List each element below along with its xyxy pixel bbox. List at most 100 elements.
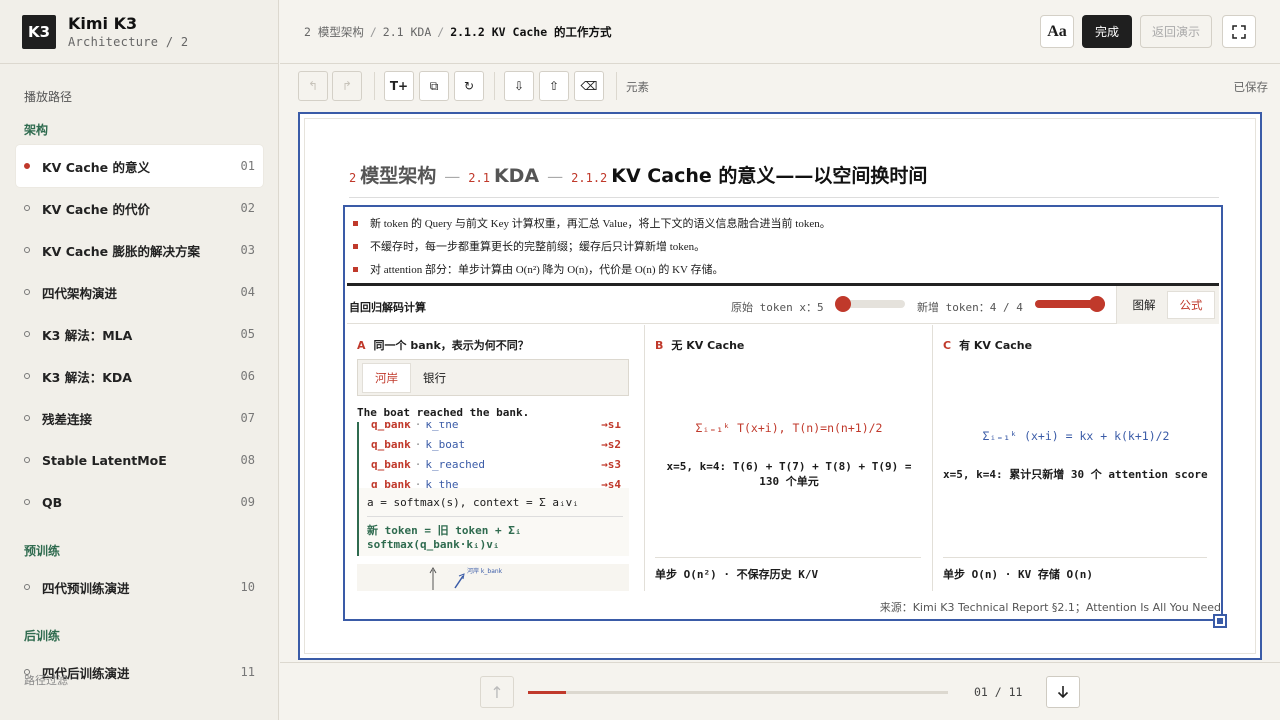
nav-item-label: 四代架构演进 xyxy=(42,285,118,301)
nav-item-10[interactable]: 四代预训练演进 10 xyxy=(16,566,263,608)
nav-item-label: K3 解法：KDA xyxy=(42,369,132,385)
nav-item-number: 06 xyxy=(240,369,255,383)
nav-item-number: 03 xyxy=(240,243,255,257)
fullscreen-button[interactable] xyxy=(1222,15,1256,48)
title-section: KDA xyxy=(493,165,540,187)
bullet-text: 新 token 的 Query 与前文 Key 计算权重，再汇总 Value，将… xyxy=(370,218,831,230)
column-a: A 同一个 bank，表示为何不同？ 河岸 银行 The boat reached… xyxy=(347,325,645,591)
nav-item-08[interactable]: Stable LatentMoE 08 xyxy=(16,439,263,481)
tab-riverbank[interactable]: 河岸 xyxy=(362,362,411,393)
dot-icon xyxy=(24,205,30,211)
query: q_bank xyxy=(371,422,411,431)
breadcrumb-item[interactable]: 2.1 KDA xyxy=(383,25,431,39)
move-down-button[interactable]: ⇩ xyxy=(504,71,534,101)
path-filter-label[interactable]: 路径过滤 xyxy=(24,672,68,688)
dot-icon xyxy=(24,331,30,337)
add-text-button[interactable]: T+ xyxy=(384,71,414,101)
nav-item-label: KV Cache 的意义 xyxy=(42,159,150,175)
saved-status: 已保存 xyxy=(1233,80,1269,94)
bullet-item: 对 attention 部分：单步计算由 O(n²) 降为 O(n)，代价是 O… xyxy=(353,261,724,277)
calc-no-cache: x=5, k=4: T(6) + T(7) + T(8) + T(9) = 13… xyxy=(666,460,912,488)
delete-button[interactable]: ⌫ xyxy=(574,71,604,101)
formula-no-cache: Σᵢ₌₁ᵏ T(x+i), T(n)=n(n+1)/2 xyxy=(695,421,883,435)
redo-button[interactable]: ↱ xyxy=(332,71,362,101)
column-b-header: B 无 KV Cache xyxy=(655,337,744,353)
title-separator: — xyxy=(444,167,461,186)
title-main: KV Cache 的意义——以空间换时间 xyxy=(611,165,928,187)
bullet-item: 不缓存时，每一步都重算更长的完整前缀；缓存后只计算新增 token。 xyxy=(353,238,705,254)
nav-item-01[interactable]: KV Cache 的意义 01 xyxy=(16,145,263,187)
nav-item-number: 02 xyxy=(240,201,255,215)
editor-toolbar: ↰ ↱ T+ ⧉ ↻ ⇩ ⇧ ⌫ 元素 已保存 xyxy=(280,64,1280,110)
nav-item-02[interactable]: KV Cache 的代价 02 xyxy=(16,187,263,229)
complexity-with-cache: 单步 O(n) · KV 存储 O(n) xyxy=(943,557,1207,582)
slide-title[interactable]: 2 模型架构 — 2.1 KDA — 2.1.2 KV Cache 的意义——以… xyxy=(349,161,927,188)
slide-stage[interactable]: 2 模型架构 — 2.1 KDA — 2.1.2 KV Cache 的意义——以… xyxy=(298,112,1262,660)
arrow-right-icon: → xyxy=(601,438,608,451)
breadcrumb-item[interactable]: 2 模型架构 xyxy=(304,25,364,39)
undo-icon: ↰ xyxy=(307,79,319,93)
bullet-text: 对 attention 部分：单步计算由 O(n²) 降为 O(n)，代价是 O… xyxy=(370,264,724,276)
tab-bank[interactable]: 银行 xyxy=(411,363,458,393)
bullet-item: 新 token 的 Query 与前文 Key 计算权重，再汇总 Value，将… xyxy=(353,215,831,231)
return-presentation-button[interactable]: 返回演示 xyxy=(1140,15,1212,48)
brand-logo: K3 xyxy=(22,14,56,49)
done-button[interactable]: 完成 xyxy=(1082,15,1132,48)
page-indicator: 01 / 11 xyxy=(974,685,1023,699)
dot-icon xyxy=(24,499,30,505)
nav-item-number: 10 xyxy=(240,580,255,594)
previous-slide-button[interactable]: ↑ xyxy=(480,676,514,708)
progress-bar[interactable] xyxy=(528,691,948,694)
download-arrow-icon: ⇩ xyxy=(513,79,525,93)
column-b: B无 KV Cache Σᵢ₌₁ᵏ T(x+i), T(n)=n(n+1)/2 … xyxy=(645,325,933,591)
tab-diagram[interactable]: 图解 xyxy=(1121,291,1167,319)
nav-item-number: 04 xyxy=(240,285,255,299)
fullscreen-icon xyxy=(1232,24,1246,39)
bottom-bar: ↑ 01 / 11 xyxy=(280,662,1280,720)
nav-item-07[interactable]: 残差连接 07 xyxy=(16,397,263,439)
resize-handle[interactable] xyxy=(1213,614,1227,628)
section-posttraining: 后训练 xyxy=(24,629,61,643)
nav-item-04[interactable]: 四代架构演进 04 xyxy=(16,271,263,313)
new-token-slider[interactable] xyxy=(1035,296,1105,312)
arrow-right-icon: → xyxy=(601,478,608,488)
original-token-label: 原始 token x：5 xyxy=(731,301,824,314)
next-slide-button[interactable] xyxy=(1046,676,1080,708)
slider-knob[interactable] xyxy=(835,296,851,312)
brand-name: Kimi K3 xyxy=(68,14,138,33)
token-update-formula: 新 token = 旧 token + Σᵢ softmax(q_bank·kᵢ… xyxy=(367,524,522,551)
nav-item-label: KV Cache 的代价 xyxy=(42,201,150,217)
brand-subtitle: Architecture / 2 xyxy=(68,35,189,49)
slide-canvas: 2 模型架构 — 2.1 KDA — 2.1.2 KV Cache 的意义——以… xyxy=(304,118,1256,654)
arrow-right-icon: → xyxy=(601,422,608,431)
bullet-square-icon xyxy=(353,243,358,249)
reset-button[interactable]: ↻ xyxy=(454,71,484,101)
duplicate-button[interactable]: ⧉ xyxy=(419,71,449,101)
key: k_the xyxy=(425,422,459,431)
softmax-formula: a = softmax(s), context = Σ aᵢvᵢ xyxy=(367,496,579,509)
section-architecture: 架构 xyxy=(24,123,49,137)
nav-item-03[interactable]: KV Cache 膨胀的解决方案 03 xyxy=(16,229,263,271)
content-frame[interactable]: 新 token 的 Query 与前文 Key 计算权重，再汇总 Value，将… xyxy=(343,205,1223,621)
slider-knob[interactable] xyxy=(1089,296,1105,312)
column-c-header: C 有 KV Cache xyxy=(943,337,1032,353)
column-key: C xyxy=(943,339,952,352)
move-up-button[interactable]: ⇧ xyxy=(539,71,569,101)
undo-button[interactable]: ↰ xyxy=(298,71,328,101)
decode-widget: 自回归解码计算 原始 token x：5 新增 token：4 / 4 图解 公… xyxy=(347,283,1219,591)
nav-item-09[interactable]: QB 09 xyxy=(16,481,263,523)
nav-item-label: 残差连接 xyxy=(42,411,93,427)
new-token-label: 新增 token：4 / 4 xyxy=(917,301,1023,314)
nav-item-06[interactable]: K3 解法：KDA 06 xyxy=(16,355,263,397)
original-token-slider[interactable] xyxy=(835,296,905,312)
nav-item-05[interactable]: K3 解法：MLA 05 xyxy=(16,313,263,355)
brand-header: K3 Kimi K3 Architecture / 2 xyxy=(0,0,278,64)
tab-formula[interactable]: 公式 xyxy=(1167,291,1215,319)
breadcrumb-current: 2.1.2 KV Cache 的工作方式 xyxy=(450,25,612,39)
qk-row: q_bank · k_boat →s2 xyxy=(371,438,621,451)
title-number: 2 xyxy=(349,171,357,185)
qk-score-list[interactable]: q_bank · k_the →s1 q_bank · k_boat →s2 q_bank ·… xyxy=(357,422,629,488)
nav-item-label: QB xyxy=(42,494,63,510)
bullet-square-icon xyxy=(353,220,358,226)
font-settings-button[interactable]: Aa xyxy=(1040,15,1074,48)
